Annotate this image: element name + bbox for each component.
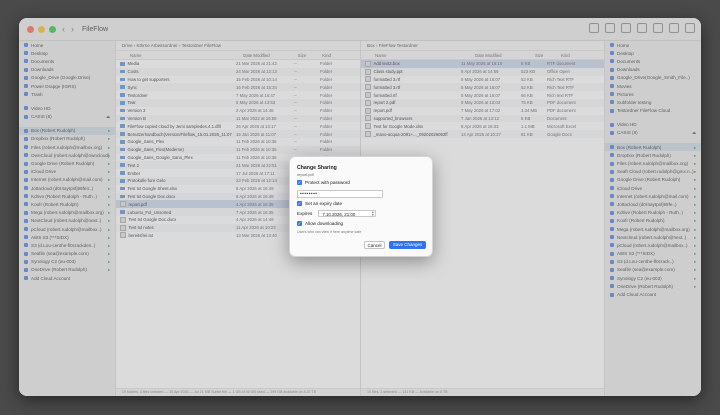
password-field[interactable]: ••••••••	[297, 190, 383, 198]
expiry-date-checkbox[interactable]: ✓ Set an expiry date	[297, 201, 342, 206]
allow-download-label: Allow downloading	[305, 221, 344, 226]
cancel-button[interactable]: Cancel	[364, 241, 385, 249]
save-changes-button[interactable]: Save Changes	[389, 241, 426, 249]
app-window: ‹ › FileFlow Home Desktop Documents Downloa…	[19, 18, 701, 396]
protect-password-checkbox[interactable]: ✓ Protect with password	[297, 180, 350, 185]
checkmark-icon: ✓	[297, 201, 302, 206]
expires-date-picker[interactable]: 7.10.2026, 21:00 ▲ ▼	[318, 210, 377, 217]
dialog-subtitle: report.pdf	[297, 172, 314, 177]
expires-row: Expires 7.10.2026, 21:00 ▲ ▼	[297, 210, 377, 217]
expires-label: Expires	[297, 211, 313, 216]
checkmark-icon: ✓	[297, 180, 302, 185]
checkmark-icon: ✓	[297, 221, 302, 226]
stepper-icon[interactable]: ▲ ▼	[371, 211, 374, 217]
allow-download-checkbox[interactable]: ✓ Allow downloading	[297, 221, 343, 226]
expires-value: 7.10.2026, 21:00	[322, 212, 356, 217]
expiry-date-label: Set an expiry date	[305, 201, 343, 206]
change-sharing-dialog: Change Sharing report.pdf ✓ Protect with…	[289, 156, 433, 257]
dialog-title: Change Sharing	[297, 165, 337, 171]
sharing-hint: Users who can view it here anytime safe	[297, 230, 362, 234]
protect-password-label: Protect with password	[305, 180, 350, 185]
